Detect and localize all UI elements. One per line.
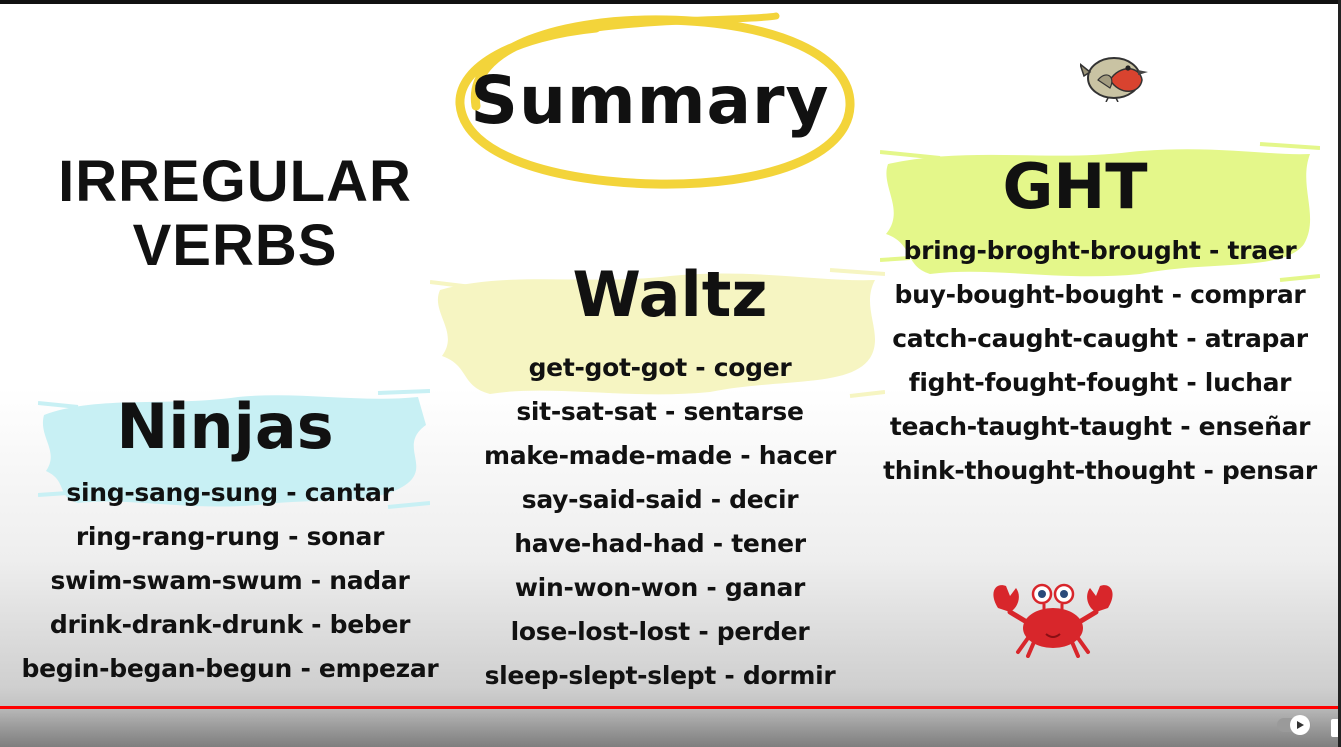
play-icon — [1297, 721, 1304, 729]
verb-item: drink-drank-drunk - beber — [49, 610, 411, 639]
verb-item: catch-caught-caught - atrapar — [892, 324, 1308, 353]
title-line-irregular: IRREGULAR — [58, 149, 412, 214]
video-frame[interactable]: IRREGULAR VERBS Summary Ninjas Waltz GHT… — [0, 0, 1341, 747]
verb-item: think-thought-thought - pensar — [883, 456, 1317, 485]
verb-item: buy-bought-bought - comprar — [894, 280, 1306, 309]
waltz-verb-list: get-got-got - coger sit-sat-sat - sentar… — [470, 346, 850, 698]
ninjas-heading: Ninjas — [116, 390, 334, 463]
crab-icon — [993, 583, 1113, 658]
verb-item: lose-lost-lost - perder — [510, 617, 810, 646]
verb-item: sleep-slept-slept - dormir — [484, 661, 836, 690]
waltz-heading: Waltz — [572, 258, 768, 331]
verb-item: get-got-got - coger — [528, 353, 792, 382]
video-progress-fill — [0, 706, 1341, 709]
verb-item: ring-rang-rung - sonar — [75, 522, 385, 551]
verb-item: have-had-had - tener — [514, 529, 806, 558]
verb-item: teach-taught-taught - enseñar — [889, 412, 1311, 441]
verb-item: swim-swam-swum - nadar — [50, 566, 410, 595]
summary-heading: Summary — [470, 62, 830, 139]
title-line-verbs: VERBS — [132, 213, 338, 278]
verb-item: make-made-made - hacer — [483, 441, 837, 470]
ght-verb-list: bring-broght-brought - traer buy-bought-… — [870, 229, 1330, 493]
video-progress-bar[interactable] — [0, 706, 1341, 709]
robin-bird-icon — [1080, 57, 1148, 102]
verb-item: fight-fought-fought - luchar — [908, 368, 1292, 397]
ninjas-verb-list: sing-sang-sung - cantar ring-rang-rung -… — [20, 471, 440, 691]
verb-item: win-won-won - ganar — [514, 573, 806, 602]
ght-heading: GHT — [1002, 150, 1148, 223]
autoplay-toggle-icon[interactable] — [1290, 715, 1310, 735]
lesson-title: IRREGULAR VERBS — [0, 150, 470, 278]
verb-item: begin-began-begun - empezar — [21, 654, 439, 683]
player-controls — [0, 709, 1341, 747]
verb-item: say-said-said - decir — [521, 485, 799, 514]
verb-item: bring-broght-brought - traer — [903, 236, 1297, 265]
verb-item: sing-sang-sung - cantar — [66, 478, 394, 507]
verb-item: sit-sat-sat - sentarse — [516, 397, 804, 426]
frame-border-top — [0, 0, 1341, 4]
